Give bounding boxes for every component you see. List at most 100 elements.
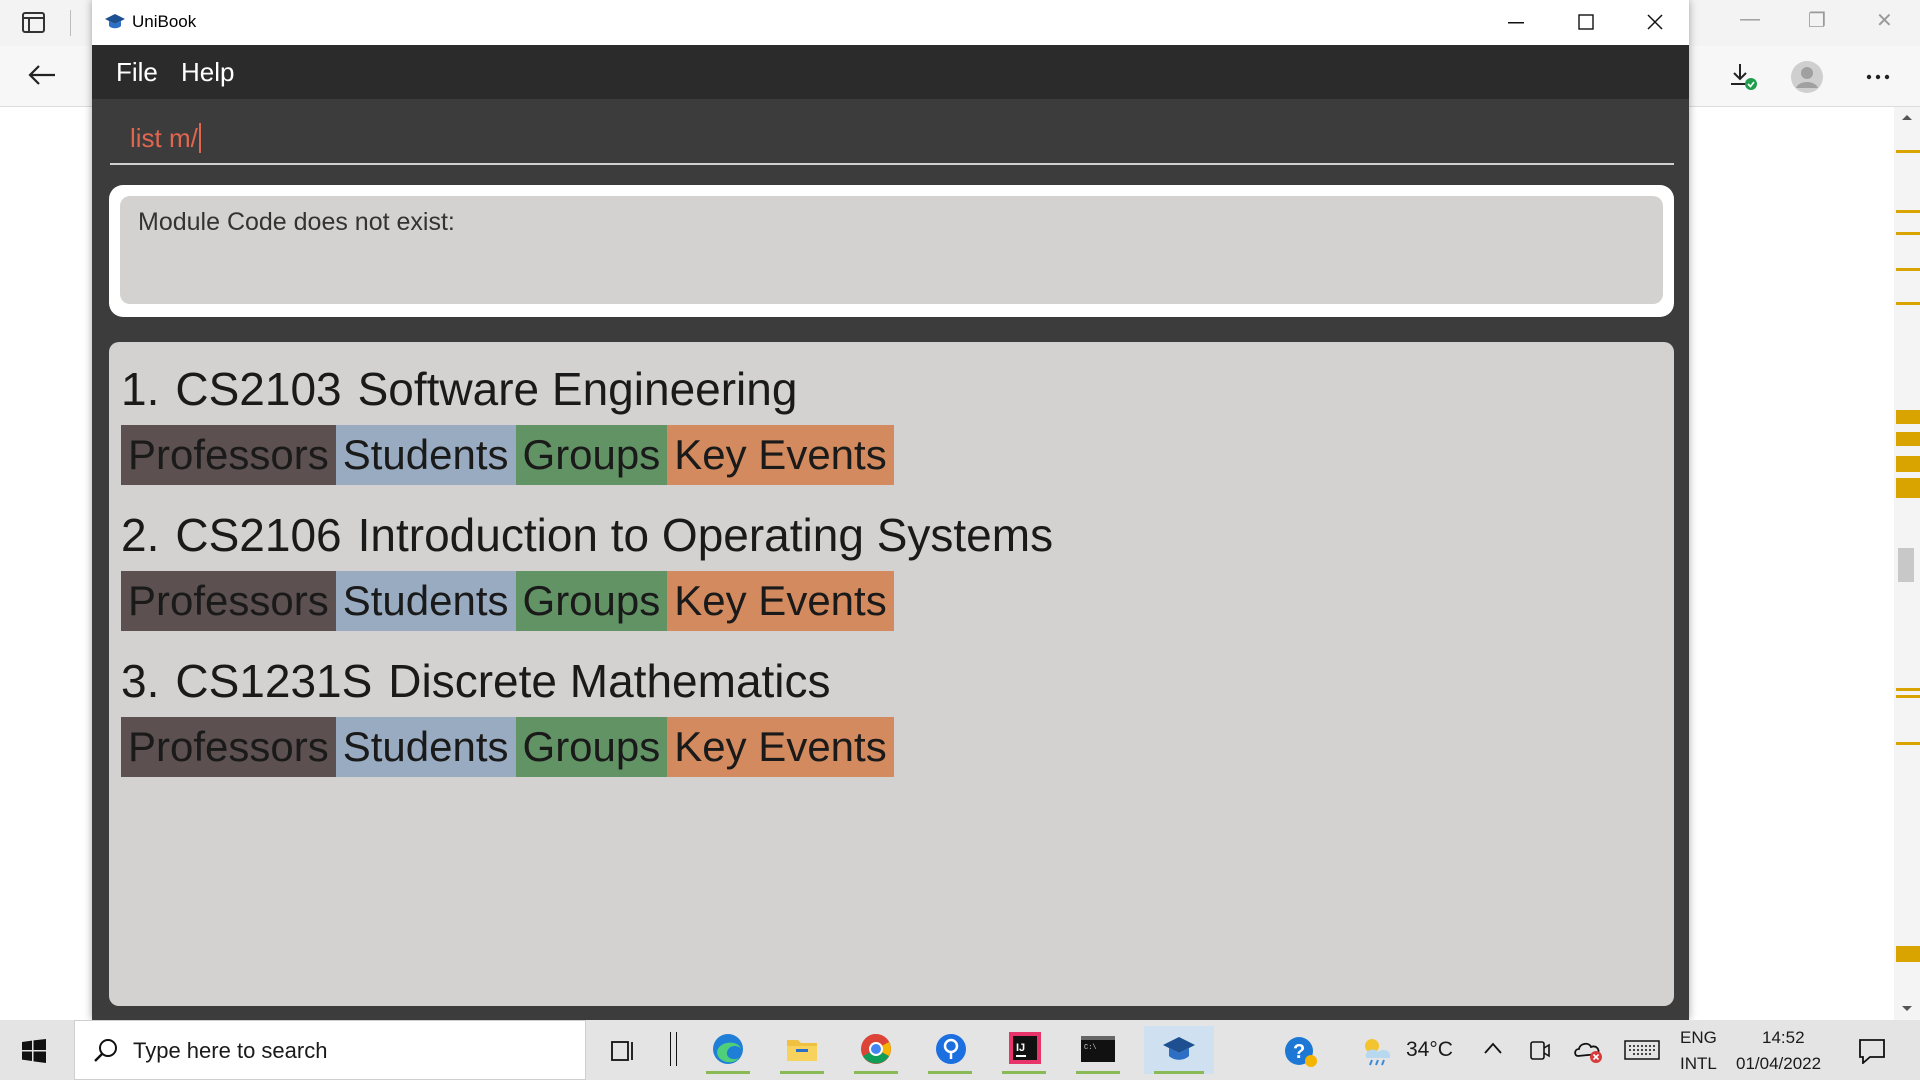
module-tags: Professors Students Groups Key Events [121, 571, 894, 631]
clock-time[interactable]: 14:52 [1762, 1028, 1805, 1048]
scroll-marker [1896, 456, 1920, 472]
weather-icon[interactable] [1360, 1036, 1396, 1066]
tag-groups[interactable]: Groups [515, 717, 668, 777]
tag-professors[interactable]: Professors [121, 717, 336, 777]
scroll-marker [1896, 150, 1920, 153]
result-display: Module Code does not exist: [109, 185, 1674, 317]
taskbar-search[interactable]: Type here to search [74, 1020, 586, 1080]
module-title: 1. CS2103 Software Engineering [121, 362, 813, 416]
minimize-icon [1508, 22, 1524, 24]
back-arrow-icon[interactable] [28, 64, 56, 86]
tag-professors[interactable]: Professors [121, 425, 336, 485]
close-button[interactable] [1620, 0, 1690, 45]
taskbar-intellij[interactable]: IJ [996, 1026, 1052, 1074]
minimize-button[interactable] [1480, 0, 1550, 45]
scroll-marker [1896, 946, 1920, 962]
clock-date[interactable]: 01/04/2022 [1736, 1054, 1821, 1074]
graduation-cap-icon [1163, 1037, 1195, 1060]
menu-help[interactable]: Help [181, 57, 234, 88]
task-view-icon[interactable] [610, 1038, 638, 1064]
module-index: 3. [121, 655, 160, 707]
scroll-up-icon[interactable] [1901, 113, 1913, 121]
module-list[interactable]: 1. CS2103 Software Engineering Professors … [109, 342, 1674, 1006]
graduation-cap-icon [105, 14, 125, 29]
meet-now-icon[interactable] [1528, 1038, 1550, 1062]
svg-text:C:\: C:\ [1084, 1044, 1097, 1052]
tag-key-events[interactable]: Key Events [667, 717, 894, 777]
notification-center-icon[interactable] [1858, 1038, 1886, 1064]
tag-key-events[interactable]: Key Events [667, 425, 894, 485]
terminal-icon: C:\ [1081, 1036, 1115, 1062]
search-icon [94, 1039, 117, 1062]
tag-key-events[interactable]: Key Events [667, 571, 894, 631]
taskbar-file-explorer[interactable] [774, 1026, 830, 1074]
command-text: list m/ [130, 123, 198, 153]
tag-professors[interactable]: Professors [121, 571, 336, 631]
command-area: list m/ [92, 99, 1689, 179]
unibook-window: UniBook File Help list m/ Module Code do… [92, 0, 1689, 1020]
text-caret [198, 123, 201, 153]
module-tags: Professors Students Groups Key Events [121, 717, 894, 777]
taskbar-terminal[interactable]: C:\ [1070, 1026, 1126, 1074]
scroll-marker [1896, 432, 1920, 446]
scroll-down-icon[interactable] [1901, 1005, 1913, 1013]
tag-groups[interactable]: Groups [515, 425, 668, 485]
chevron-up-icon[interactable] [1484, 1042, 1502, 1054]
scroll-marker [1896, 688, 1920, 691]
tab-actions-icon[interactable] [22, 12, 46, 34]
scroll-thumb[interactable] [1898, 548, 1914, 582]
tag-students[interactable]: Students [335, 425, 516, 485]
scroll-marker [1896, 478, 1920, 498]
module-code: CS2106 [175, 509, 342, 561]
keyboard-icon[interactable] [1624, 1040, 1660, 1060]
scroll-marker [1896, 210, 1920, 213]
search-placeholder: Type here to search [133, 1038, 328, 1063]
svg-text:IJ: IJ [1016, 1042, 1025, 1054]
downloads-icon[interactable] [1728, 62, 1758, 92]
module-name: Introduction to Operating Systems [357, 509, 1054, 561]
tag-students[interactable]: Students [335, 571, 516, 631]
svg-text:?: ? [1293, 1041, 1305, 1063]
profile-avatar-icon[interactable] [1790, 60, 1824, 94]
taskbar: Type here to search IJ C:\ ? 34°C ENG IN… [0, 1020, 1920, 1080]
taskbar-sourcetree[interactable] [922, 1026, 978, 1074]
app-title: UniBook [132, 12, 197, 31]
result-box: Module Code does not exist: [120, 196, 1663, 304]
folder-icon [787, 1040, 817, 1061]
browser-close-icon[interactable]: ✕ [1876, 8, 1893, 33]
more-options-icon[interactable] [1866, 74, 1890, 80]
command-input[interactable]: list m/ [110, 113, 1674, 165]
tag-students[interactable]: Students [335, 717, 516, 777]
taskbar-unibook[interactable] [1144, 1026, 1214, 1074]
module-name: Software Engineering [357, 363, 798, 415]
running-indicator [1154, 1071, 1204, 1074]
language-indicator[interactable]: ENG [1680, 1028, 1717, 1048]
scroll-marker [1896, 268, 1920, 271]
taskbar-chrome[interactable] [848, 1026, 904, 1074]
browser-minimize-icon[interactable]: — [1740, 8, 1760, 31]
keyboard-layout[interactable]: INTL [1680, 1054, 1717, 1074]
module-title: 2. CS2106 Introduction to Operating System… [121, 508, 1069, 562]
app-titlebar: UniBook [92, 0, 1689, 45]
tag-groups[interactable]: Groups [515, 571, 668, 631]
chrome-icon [861, 1034, 891, 1064]
module-title: 3. CS1231S Discrete Mathematics [121, 654, 847, 708]
sourcetree-icon [936, 1034, 966, 1064]
help-notification-icon[interactable]: ? [1284, 1036, 1318, 1068]
intellij-icon: IJ [1009, 1032, 1041, 1064]
module-tags: Professors Students Groups Key Events [121, 425, 894, 485]
windows-start-icon[interactable] [22, 1039, 46, 1063]
browser-restore-icon[interactable]: ❐ [1808, 8, 1826, 33]
module-index: 2. [121, 509, 160, 561]
module-index: 1. [121, 363, 160, 415]
running-indicator [928, 1071, 972, 1074]
scroll-marker [1896, 232, 1920, 235]
maximize-button[interactable] [1550, 0, 1620, 45]
running-indicator [780, 1071, 824, 1074]
onedrive-error-icon[interactable] [1574, 1038, 1604, 1064]
taskbar-edge[interactable] [700, 1026, 756, 1074]
running-indicator [1076, 1071, 1120, 1074]
temperature[interactable]: 34°C [1406, 1038, 1453, 1062]
menu-file[interactable]: File [116, 57, 158, 88]
module-name: Discrete Mathematics [388, 655, 831, 707]
